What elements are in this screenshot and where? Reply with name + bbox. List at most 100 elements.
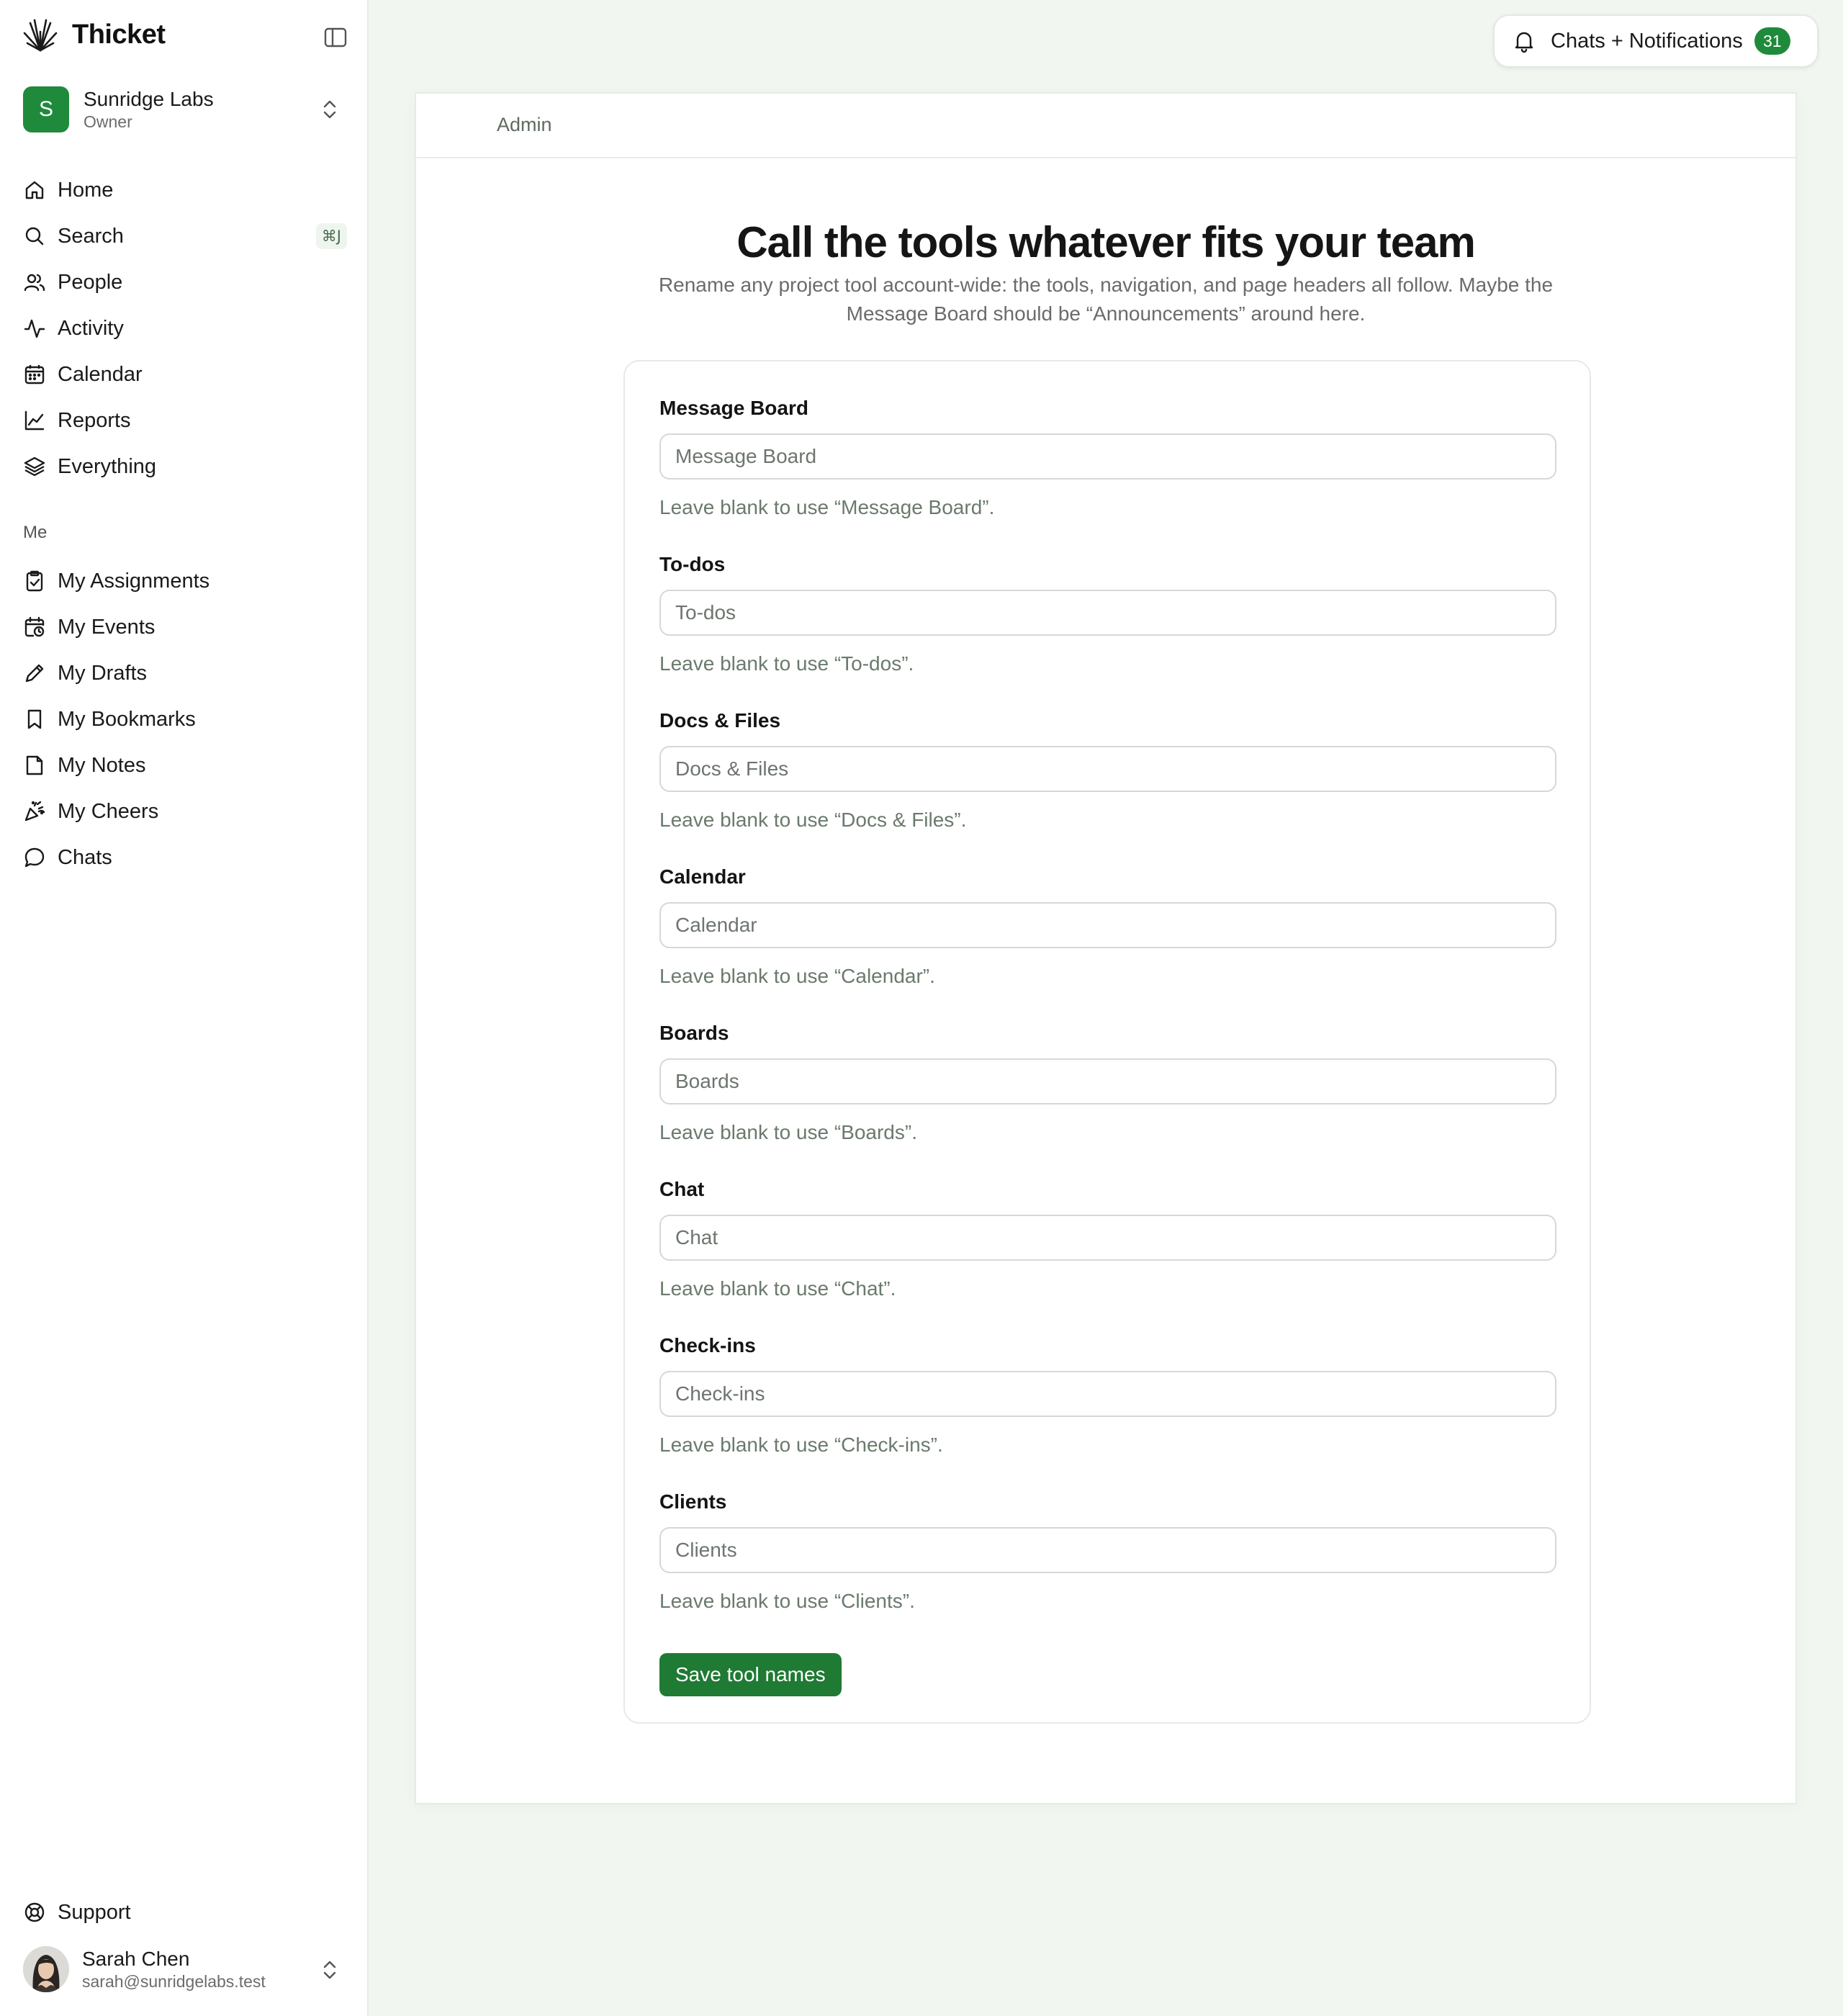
nav-label: Search [58, 224, 124, 248]
nav-item-my-bookmarks[interactable]: My Bookmarks [23, 696, 347, 742]
field-boards: Boards Leave blank to use “Boards”. [659, 1021, 1556, 1177]
nav-label: Reports [58, 408, 131, 432]
primary-nav: Home Search ⌘J People Activity Calendar … [23, 167, 347, 490]
clients-input[interactable] [659, 1527, 1556, 1573]
nav-item-my-events[interactable]: My Events [23, 604, 347, 650]
field-label: Chat [659, 1178, 705, 1200]
bell-icon [1515, 32, 1533, 53]
user-menu[interactable]: Sarah Chen sarah@sunridgelabs.test [23, 1944, 347, 1994]
field-help: Leave blank to use “Docs & Files”. [659, 809, 967, 831]
nav-item-everything[interactable]: Everything [23, 444, 347, 490]
message-board-input[interactable] [659, 433, 1556, 480]
page-title: Call the tools whatever fits your team [736, 218, 1476, 266]
chats-notifications-button[interactable]: Chats + Notifications 31 [1493, 14, 1819, 68]
nav-label: My Events [58, 615, 156, 639]
sidebar-toggle-icon[interactable] [323, 24, 348, 50]
notifications-count-badge: 31 [1754, 27, 1790, 55]
nav-item-chats[interactable]: Chats [23, 834, 347, 881]
lifebuoy-icon [24, 1902, 45, 1922]
nav-label: Home [58, 178, 114, 202]
org-name: Sunridge Labs [84, 88, 214, 110]
me-nav: My Assignments My Events My Drafts My Bo… [23, 558, 347, 881]
pencil-icon [25, 664, 44, 683]
field-help: Leave blank to use “To-dos”. [659, 652, 914, 675]
field-label: Docs & Files [659, 709, 781, 732]
field-chat: Chat Leave blank to use “Chat”. [659, 1177, 1556, 1333]
field-help: Leave blank to use “Boards”. [659, 1121, 917, 1143]
nav-label: Calendar [58, 362, 143, 386]
notifications-label: Chats + Notifications [1551, 29, 1743, 53]
nav-label: My Notes [58, 753, 146, 777]
activity-icon [24, 319, 45, 338]
field-label: Calendar [659, 865, 746, 888]
avatar [23, 1946, 69, 1992]
save-tool-names-button[interactable]: Save tool names [659, 1653, 842, 1696]
nav-label: My Drafts [58, 661, 148, 685]
field-help: Leave blank to use “Check-ins”. [659, 1434, 943, 1456]
nav-item-activity[interactable]: Activity [23, 305, 347, 351]
field-calendar: Calendar Leave blank to use “Calendar”. [659, 865, 1556, 1021]
field-docs-files: Docs & Files Leave blank to use “Docs & … [659, 708, 1556, 865]
field-label: Boards [659, 1022, 729, 1044]
nav-label: My Bookmarks [58, 707, 196, 731]
nav-section-me-label: Me [23, 523, 48, 542]
field-message-board: Message Board Leave blank to use “Messag… [659, 396, 1556, 552]
nav-item-reports[interactable]: Reports [23, 397, 347, 444]
field-help: Leave blank to use “Message Board”. [659, 496, 995, 518]
support-link[interactable]: Support [23, 1889, 131, 1935]
field-todos: To-dos Leave blank to use “To-dos”. [659, 552, 1556, 708]
calendar-icon [24, 365, 45, 384]
app-name: Thicket [72, 19, 166, 50]
chat-input[interactable] [659, 1215, 1556, 1261]
layers-icon [24, 456, 45, 477]
nav-item-my-notes[interactable]: My Notes [23, 742, 347, 788]
shortcut-badge: ⌘J [315, 223, 347, 249]
calendar-input[interactable] [659, 902, 1556, 948]
clipboard-check-icon [26, 570, 43, 592]
chat-bubble-icon [24, 847, 45, 868]
bookmark-icon [27, 709, 42, 729]
page-subtitle: Rename any project tool account-wide: th… [658, 274, 1554, 325]
nav-item-search[interactable]: Search ⌘J [23, 213, 347, 259]
user-name: Sarah Chen [82, 1948, 190, 1970]
nav-item-my-cheers[interactable]: My Cheers [23, 788, 347, 834]
field-help: Leave blank to use “Chat”. [659, 1277, 896, 1300]
nav-label: My Cheers [58, 799, 159, 823]
nav-item-home[interactable]: Home [23, 167, 347, 213]
nav-item-calendar[interactable]: Calendar [23, 351, 347, 397]
chevron-up-down-icon [323, 1961, 336, 1979]
nav-item-my-drafts[interactable]: My Drafts [23, 650, 347, 696]
org-avatar: S [23, 86, 69, 132]
nav-item-my-assignments[interactable]: My Assignments [23, 558, 347, 604]
thicket-logo-icon [23, 19, 58, 52]
field-clients: Clients Leave blank to use “Clients”. [659, 1490, 1556, 1646]
nav-label: Activity [58, 316, 124, 340]
tool-names-form: Message Board Leave blank to use “Messag… [623, 360, 1591, 1724]
search-icon [25, 227, 44, 246]
nav-label: People [58, 270, 123, 294]
field-help: Leave blank to use “Clients”. [659, 1590, 915, 1612]
docs-files-input[interactable] [659, 746, 1556, 792]
org-switcher[interactable]: S Sunridge Labs Owner [23, 84, 347, 135]
nav-label: Everything [58, 454, 157, 478]
chevron-up-down-icon [323, 100, 336, 119]
reports-icon [24, 410, 45, 431]
breadcrumb[interactable]: Admin [497, 114, 552, 136]
field-label: Check-ins [659, 1334, 756, 1356]
field-label: To-dos [659, 553, 726, 575]
brand[interactable]: Thicket [22, 16, 166, 53]
org-role: Owner [84, 112, 132, 131]
main-panel: Admin Call the tools whatever fits your … [415, 92, 1797, 1804]
boards-input[interactable] [659, 1058, 1556, 1104]
field-help: Leave blank to use “Calendar”. [659, 965, 935, 987]
home-icon [25, 181, 44, 199]
user-email: sarah@sunridgelabs.test [82, 1972, 266, 1991]
nav-item-people[interactable]: People [23, 259, 347, 305]
nav-label: Chats [58, 845, 112, 869]
support-label: Support [58, 1900, 131, 1924]
check-ins-input[interactable] [659, 1371, 1556, 1417]
field-check-ins: Check-ins Leave blank to use “Check-ins”… [659, 1333, 1556, 1490]
sidebar: Thicket S Sunridge Labs Owner Home Searc… [0, 0, 369, 2016]
people-icon [24, 274, 45, 292]
todos-input[interactable] [659, 590, 1556, 636]
